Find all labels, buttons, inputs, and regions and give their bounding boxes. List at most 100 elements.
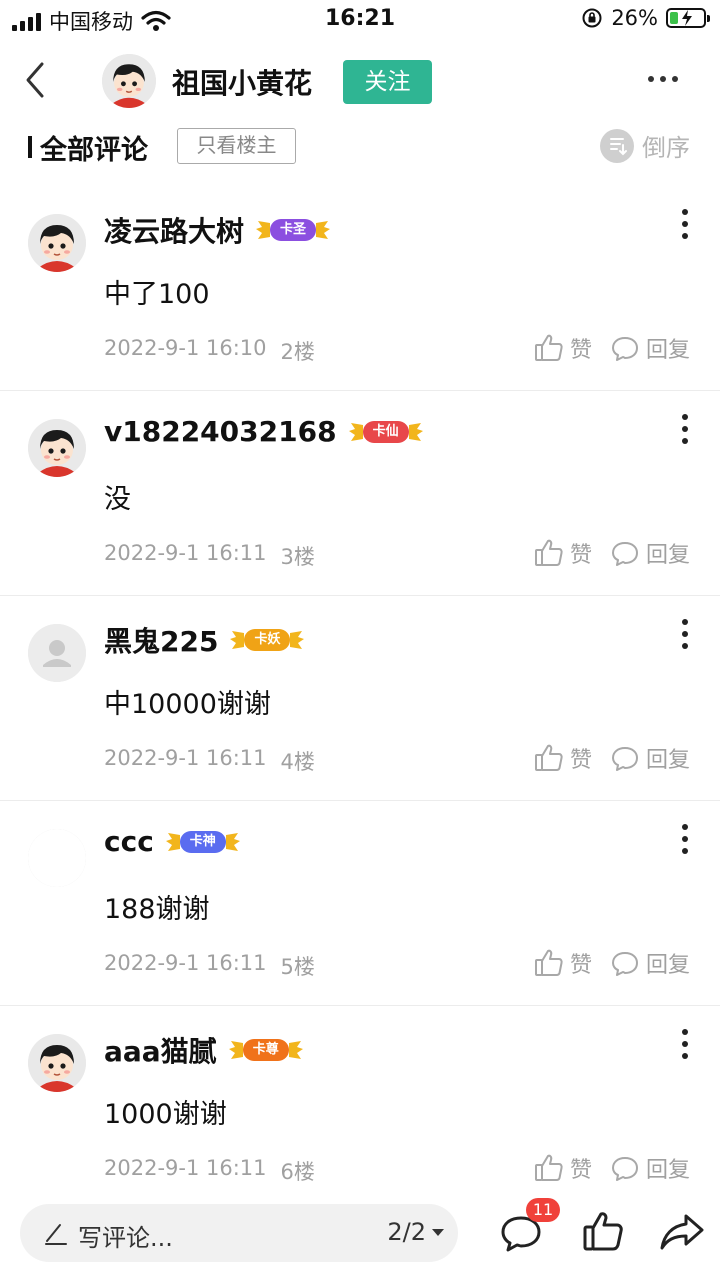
comment-meta: 2022-9-1 16:11 4楼 — [104, 746, 315, 776]
comment-date: 2022-9-1 16:11 — [104, 951, 267, 975]
commenter-avatar[interactable] — [28, 829, 86, 887]
share-arrow-icon[interactable] — [658, 1210, 706, 1254]
comment-item[interactable]: ccc 卡神 188谢谢 2022-9-1 16:11 5楼 赞 回复 — [0, 801, 720, 1006]
reply-bubble-icon — [611, 1157, 638, 1181]
level-badge: 卡妖 — [230, 625, 305, 655]
comment-actions: 赞 回复 — [534, 1152, 690, 1184]
default-avatar-icon — [28, 624, 86, 682]
commenter-name-row: v18224032168 卡仙 — [104, 415, 423, 448]
thumbs-up-icon[interactable] — [580, 1208, 626, 1254]
reply-button[interactable]: 回复 — [610, 537, 690, 569]
commenter-avatar[interactable] — [28, 419, 86, 477]
comment-date: 2022-9-1 16:10 — [104, 336, 267, 360]
page-selector[interactable]: 2/2 — [387, 1218, 444, 1246]
follow-button[interactable]: 关注 — [343, 60, 432, 104]
commenter-name[interactable]: aaa猫腻 — [104, 1030, 217, 1070]
host-only-button[interactable]: 只看楼主 — [177, 128, 296, 164]
comment-meta: 2022-9-1 16:11 3楼 — [104, 541, 315, 571]
level-badge-label: 卡神 — [179, 830, 226, 853]
comment-floor: 4楼 — [280, 750, 315, 774]
comment-count-badge: 11 — [526, 1198, 560, 1222]
comment-item[interactable]: aaa猫腻 卡尊 1000谢谢 2022-9-1 16:11 6楼 赞 回复 — [0, 1006, 720, 1211]
reply-button[interactable]: 回复 — [610, 947, 690, 979]
battery-icon — [666, 8, 710, 28]
badge-wing-left-icon — [256, 221, 271, 239]
badge-wing-left-icon — [230, 631, 245, 649]
badge-wing-left-icon — [165, 832, 180, 851]
comment-actions: 赞 回复 — [534, 537, 690, 569]
comment-more-icon[interactable] — [680, 618, 690, 650]
comment-item[interactable]: 凌云路大树 卡圣 中了100 2022-9-1 16:10 2楼 赞 回复 — [0, 186, 720, 391]
commenter-name[interactable]: 凌云路大树 — [104, 210, 244, 250]
reply-button[interactable]: 回复 — [610, 1152, 690, 1184]
bottom-action-bar: 写评论... 2/2 11 — [0, 1196, 720, 1280]
thumbs-up-icon — [534, 539, 563, 566]
write-comment-input[interactable]: 写评论... 2/2 — [20, 1204, 458, 1262]
cartoon-avatar-icon — [28, 214, 86, 272]
commenter-name-row: aaa猫腻 卡尊 — [104, 1030, 303, 1070]
level-badge: 卡圣 — [256, 215, 331, 245]
like-button[interactable]: 赞 — [534, 1152, 592, 1184]
comment-text: 中10000谢谢 — [104, 689, 271, 720]
cartoon-avatar-icon — [102, 54, 156, 108]
comment-meta: 2022-9-1 16:11 6楼 — [104, 1156, 315, 1186]
badge-wing-right-icon — [288, 1041, 303, 1059]
badge-wing-left-icon — [348, 422, 363, 441]
comment-floor: 3楼 — [280, 545, 315, 569]
comment-actions: 赞 回复 — [534, 742, 690, 774]
commenter-avatar[interactable] — [28, 214, 86, 272]
commenter-name-row: 凌云路大树 卡圣 — [104, 210, 331, 250]
comment-more-icon[interactable] — [680, 413, 690, 445]
back-arrow-icon[interactable] — [20, 60, 50, 100]
status-right: 26% — [581, 6, 710, 30]
comment-more-icon[interactable] — [680, 208, 690, 240]
author-avatar[interactable] — [102, 54, 156, 108]
reply-button[interactable]: 回复 — [610, 742, 690, 774]
comment-actions: 赞 回复 — [534, 332, 690, 364]
comment-date: 2022-9-1 16:11 — [104, 541, 267, 565]
level-badge-label: 卡妖 — [244, 629, 291, 651]
like-button[interactable]: 赞 — [534, 537, 592, 569]
commenter-name[interactable]: ccc — [104, 825, 154, 858]
comment-item[interactable]: v18224032168 卡仙 没 2022-9-1 16:11 3楼 赞 回复 — [0, 391, 720, 596]
comment-placeholder: 写评论... — [78, 1224, 173, 1252]
like-label: 赞 — [569, 543, 592, 568]
charging-bolt-icon — [682, 10, 692, 26]
blank-avatar-icon — [28, 829, 86, 887]
like-button[interactable]: 赞 — [534, 332, 592, 364]
like-label: 赞 — [569, 338, 592, 363]
level-badge-label: 卡仙 — [362, 420, 409, 443]
level-badge: 卡仙 — [348, 417, 423, 447]
comment-more-icon[interactable] — [680, 823, 690, 855]
reverse-sort-button[interactable]: 倒序 — [600, 128, 690, 163]
commenter-name[interactable]: 黑鬼225 — [104, 620, 218, 660]
commenter-name[interactable]: v18224032168 — [104, 415, 337, 448]
commenter-avatar[interactable] — [28, 624, 86, 682]
comment-text: 1000谢谢 — [104, 1099, 227, 1130]
reply-label: 回复 — [645, 1158, 690, 1183]
like-label: 赞 — [569, 1158, 592, 1183]
thumbs-up-icon — [534, 334, 563, 361]
badge-wing-right-icon — [408, 422, 423, 441]
cartoon-avatar-icon — [28, 1034, 86, 1092]
comment-date: 2022-9-1 16:11 — [104, 746, 267, 770]
badge-wing-right-icon — [225, 832, 240, 851]
comment-item[interactable]: 黑鬼225 卡妖 中10000谢谢 2022-9-1 16:11 4楼 赞 回复 — [0, 596, 720, 801]
comment-text: 188谢谢 — [104, 894, 210, 925]
section-marker — [28, 136, 32, 158]
more-dots-icon[interactable] — [646, 72, 680, 86]
comment-more-icon[interactable] — [680, 1028, 690, 1060]
page-indicator: 2/2 — [387, 1218, 426, 1246]
like-button[interactable]: 赞 — [534, 947, 592, 979]
comment-list: 凌云路大树 卡圣 中了100 2022-9-1 16:10 2楼 赞 回复 v1… — [0, 186, 720, 1211]
commenter-avatar[interactable] — [28, 1034, 86, 1092]
reply-bubble-icon — [611, 952, 638, 976]
comment-meta: 2022-9-1 16:10 2楼 — [104, 336, 315, 366]
like-label: 赞 — [569, 953, 592, 978]
like-button[interactable]: 赞 — [534, 742, 592, 774]
all-comments-title: 全部评论 — [40, 135, 148, 166]
thumbs-up-icon — [534, 744, 563, 771]
reply-bubble-icon — [611, 542, 638, 566]
reply-button[interactable]: 回复 — [610, 332, 690, 364]
badge-wing-left-icon — [228, 1041, 243, 1059]
